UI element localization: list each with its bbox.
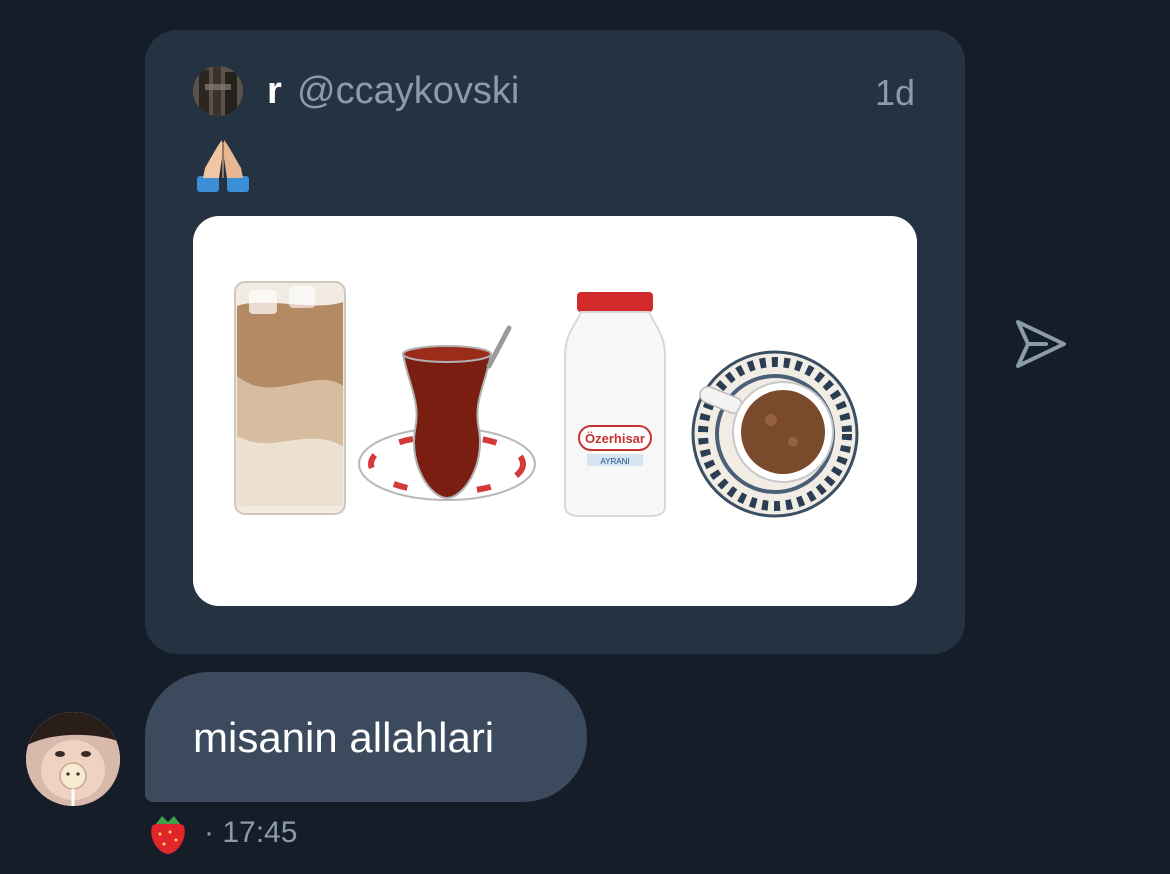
ayran-bottle-image: Özerhisar AYRANI — [564, 292, 666, 517]
svg-text:AYRANI: AYRANI — [600, 457, 629, 466]
quoted-author-avatar[interactable] — [193, 66, 243, 116]
turkish-coffee-image — [691, 350, 859, 518]
message-bubble[interactable]: misanin allahlari — [145, 672, 587, 802]
quoted-author-name[interactable]: r — [267, 70, 282, 113]
folded-hands-emoji — [193, 138, 253, 194]
message-timestamp: · 17:45 — [204, 816, 298, 849]
sender-avatar[interactable] — [26, 712, 120, 806]
quoted-post-image[interactable]: Özerhisar AYRANI — [193, 216, 917, 606]
message-text: misanin allahlari — [193, 714, 495, 761]
quoted-author-handle[interactable]: @ccaykovski — [297, 70, 519, 113]
quoted-post-age: 1d — [874, 72, 915, 113]
svg-text:Özerhisar: Özerhisar — [585, 431, 645, 446]
send-icon[interactable] — [1010, 316, 1070, 372]
turkish-tea-image — [358, 325, 536, 501]
strawberry-reaction[interactable] — [146, 812, 190, 856]
quoted-post-card[interactable]: r @ccaykovski 1d Özerhisar AYRANI — [145, 30, 965, 654]
iced-latte-image — [234, 281, 346, 515]
